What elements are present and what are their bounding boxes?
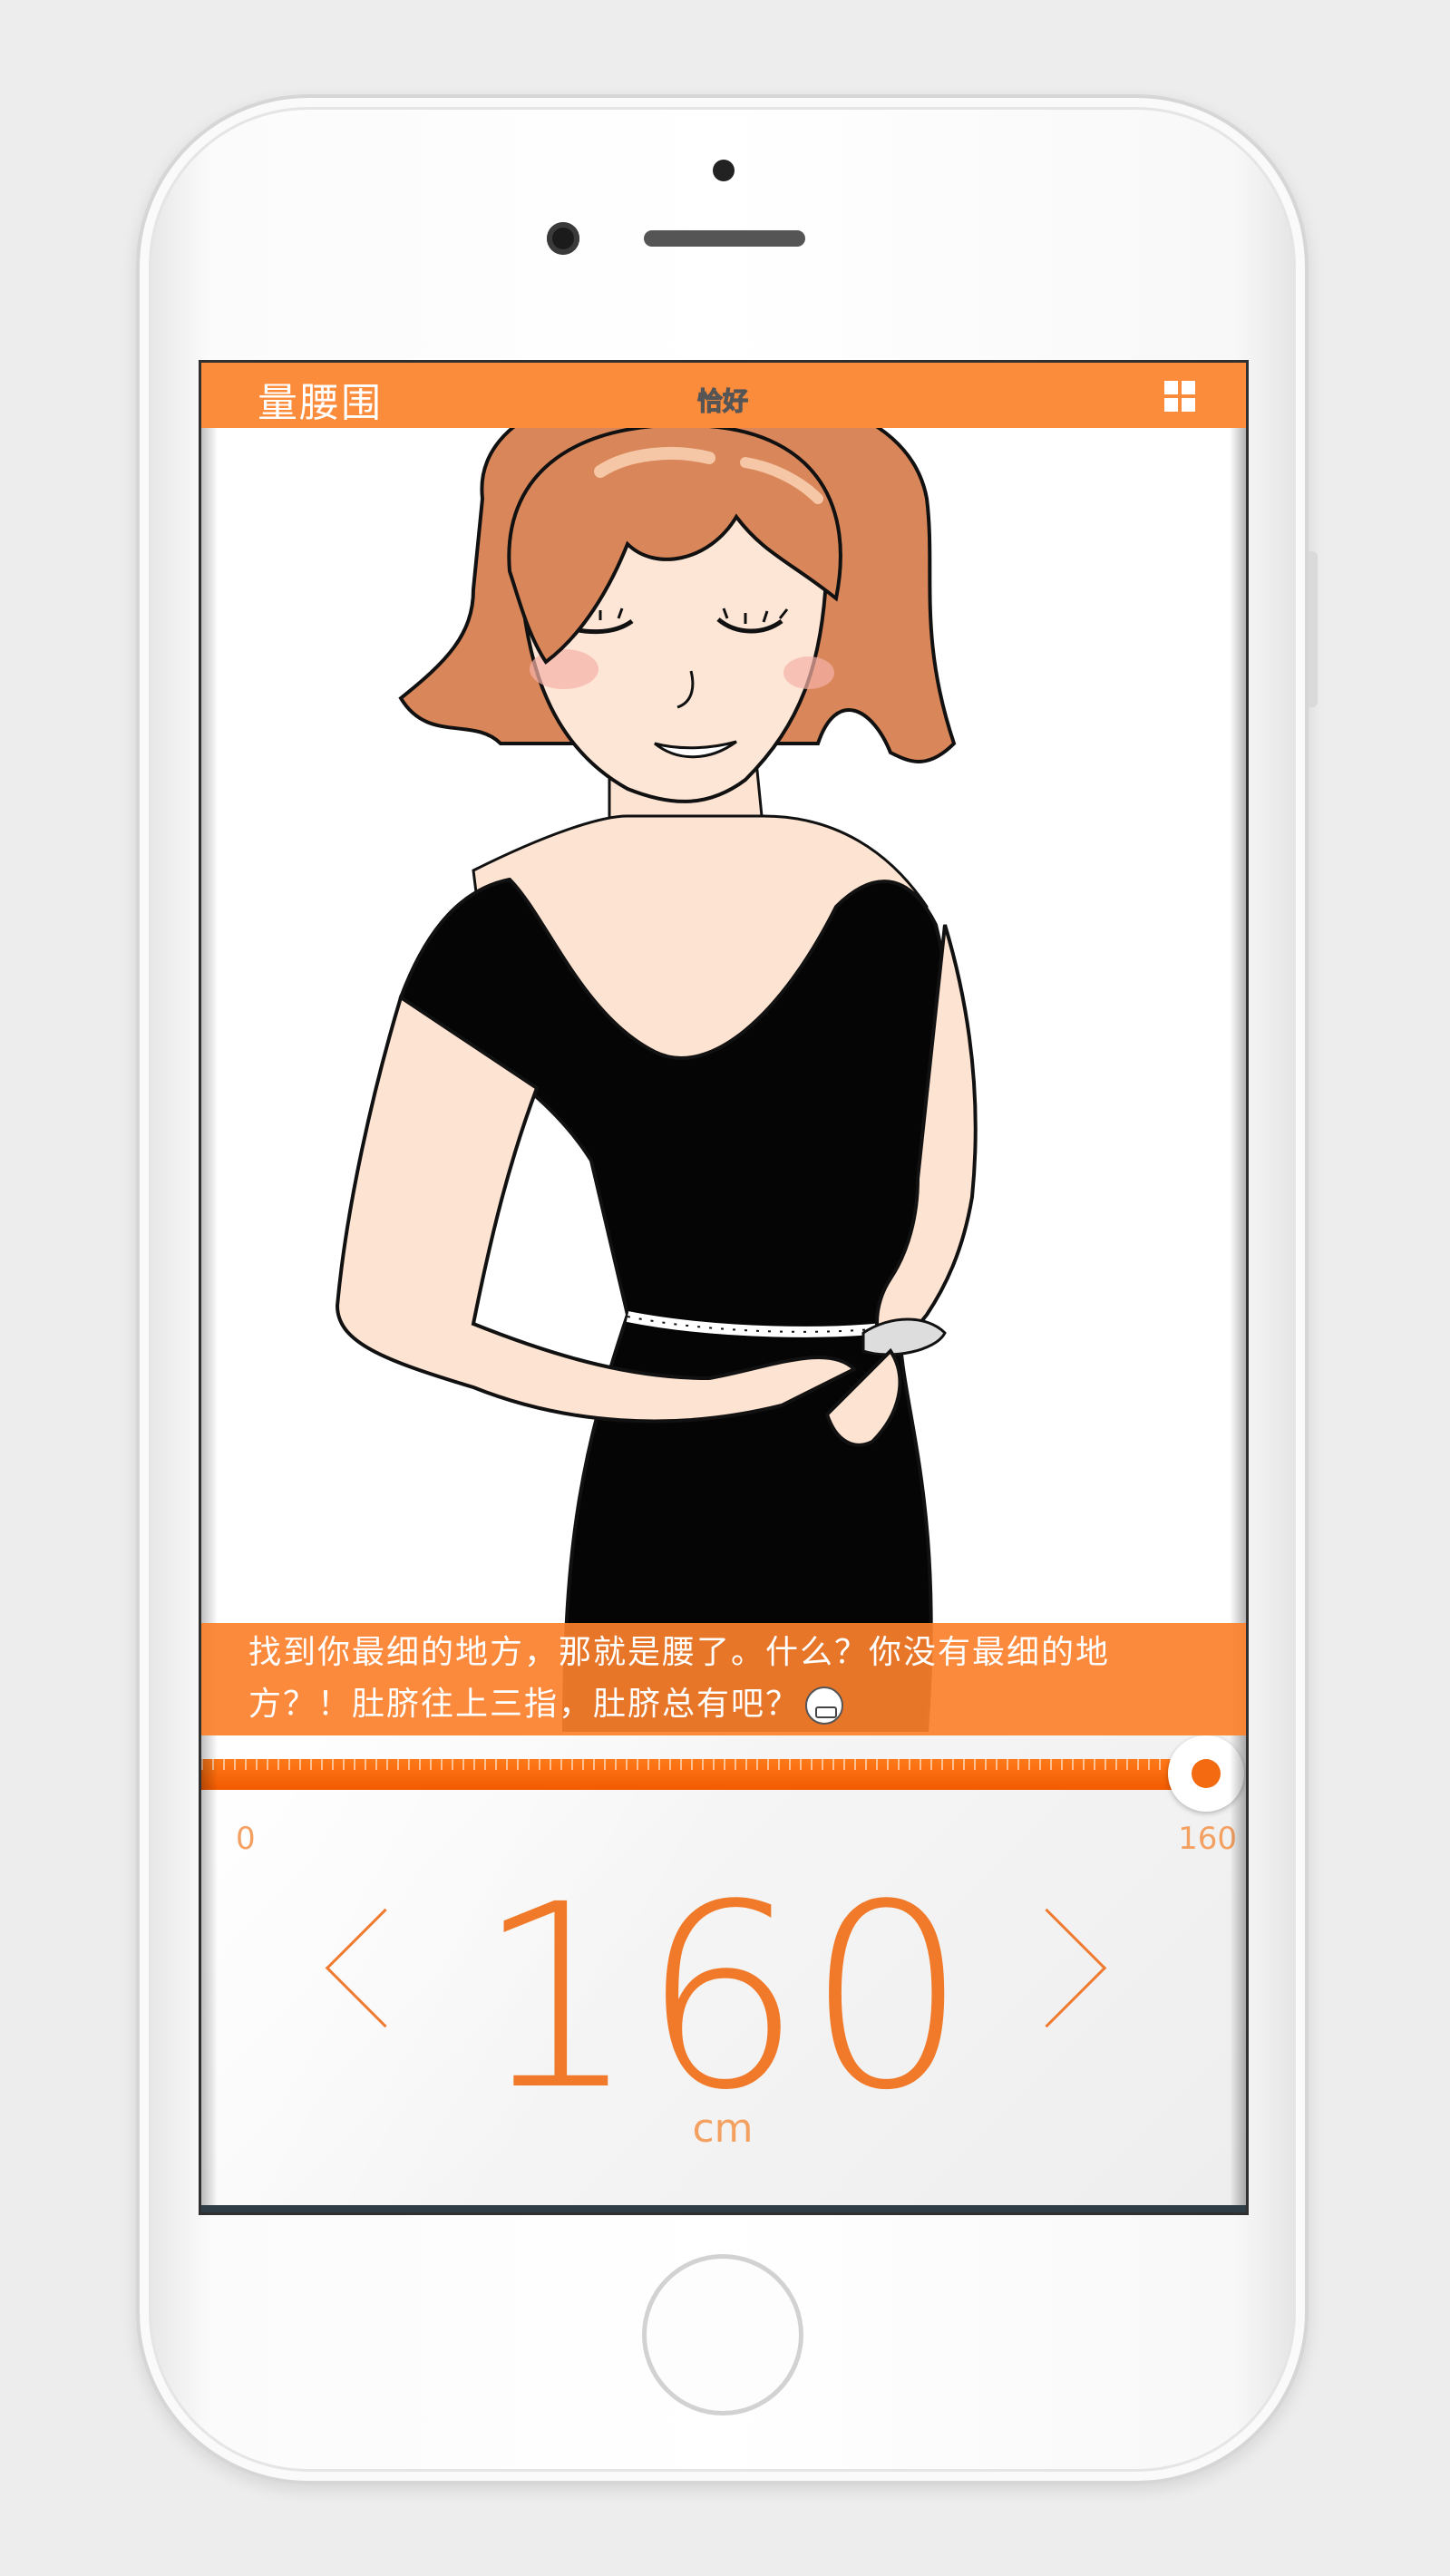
side-button	[1309, 551, 1318, 707]
logo-text: 恰好	[697, 386, 748, 416]
grin-emoji-icon	[805, 1687, 844, 1725]
instruction-caption: 找到你最细的地方，那就是腰了。什么？你没有最细的地方？！肚脐往上三指，肚脐总有吧…	[201, 1623, 1246, 1735]
screen-bottom-edge	[201, 2205, 1246, 2212]
chevron-right-icon[interactable]	[987, 1908, 1107, 2028]
illustration-woman-measuring-waist	[335, 385, 978, 1732]
app-logo: 恰好	[680, 385, 765, 417]
home-button[interactable]	[642, 2254, 803, 2416]
measurement-panel: 0 160 160 cm	[201, 1735, 1246, 2212]
front-camera	[547, 222, 579, 255]
ruler-slider-track[interactable]	[201, 1759, 1181, 1790]
range-max-label: 160	[1178, 1821, 1237, 1857]
caption-text: 找到你最细的地方，那就是腰了。什么？你没有最细的地方？！肚脐往上三指，肚脐总有吧…	[248, 1634, 1111, 1723]
range-min-label: 0	[236, 1821, 256, 1857]
measurement-value: 160	[475, 1851, 972, 2146]
proximity-sensor	[713, 160, 735, 181]
app-screen: 量腰围 恰好 找到你最细的地方，那就是腰了。什么？你没有最细的地方？！肚脐往上三…	[201, 363, 1246, 2212]
earpiece-speaker	[644, 230, 805, 247]
page-title: 量腰围	[258, 380, 383, 426]
grid-icon[interactable]	[1164, 381, 1195, 412]
measurement-unit: cm	[692, 2105, 754, 2152]
ruler-ticks	[201, 1759, 1181, 1770]
